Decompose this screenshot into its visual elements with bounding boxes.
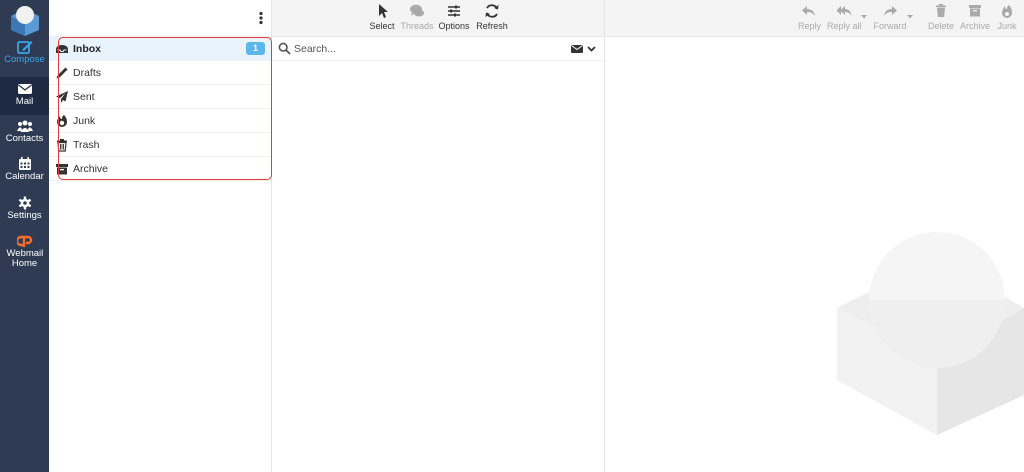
sliders-icon	[448, 5, 460, 17]
webmail-app: Compose Mail Contacts Calendar Settings …	[0, 0, 1024, 472]
inbox-icon	[56, 45, 68, 53]
archive-button[interactable]: Archive	[960, 3, 990, 31]
list-toolbar: Select Threads Options Refresh	[272, 0, 604, 37]
pencil-icon	[56, 67, 68, 79]
folder-drafts[interactable]: Drafts	[49, 61, 271, 85]
trash-icon	[936, 4, 946, 17]
folder-pane: Inbox 1 Drafts Sent Junk Trash Archive	[49, 0, 272, 472]
fire-icon	[1002, 5, 1012, 18]
fire-icon	[57, 115, 67, 127]
roundcube-logo[interactable]	[9, 4, 41, 36]
cursor-icon	[379, 4, 388, 18]
junk-label: Junk	[997, 21, 1017, 31]
message-preview-pane: Reply Reply all Forward Delete Archive J…	[605, 0, 1024, 472]
message-list-pane: Select Threads Options Refresh Search...	[272, 0, 605, 472]
reply-label: Reply	[798, 21, 822, 31]
nav-mail[interactable]: Mail	[0, 77, 49, 115]
forward-label: Forward	[873, 21, 907, 31]
roundcube-watermark-logo	[837, 232, 1024, 435]
main-nav: Compose Mail Contacts Calendar Settings …	[0, 0, 49, 472]
options-label: Options	[438, 21, 470, 31]
select-label: Select	[369, 21, 395, 31]
reply-all-dropdown-icon[interactable]	[861, 15, 867, 19]
archive-label: Archive	[960, 21, 991, 31]
nav-mail-label: Mail	[15, 96, 34, 107]
options-button[interactable]: Options	[438, 3, 470, 31]
folder-name: Drafts	[73, 67, 102, 79]
folder-junk[interactable]: Junk	[49, 109, 271, 133]
archive-icon	[56, 164, 68, 175]
nav-compose-label: Compose	[4, 54, 45, 65]
forward-dropdown-icon[interactable]	[907, 15, 913, 19]
folder-inbox[interactable]: Inbox 1	[49, 37, 271, 61]
archive-icon	[969, 5, 981, 17]
folder-name: Sent	[73, 91, 95, 103]
threads-label: Threads	[400, 21, 434, 31]
nav-settings-label: Settings	[7, 210, 42, 221]
reply-button[interactable]: Reply	[798, 3, 822, 31]
reply-icon	[802, 6, 815, 16]
search-bar	[272, 37, 604, 61]
nav-settings[interactable]: Settings	[0, 196, 49, 230]
mail-icon	[17, 84, 32, 94]
nav-webmail-home-label: Webmail Home	[6, 248, 44, 269]
folder-name: Junk	[73, 115, 96, 127]
folder-name: Trash	[73, 139, 100, 151]
folder-trash[interactable]: Trash	[49, 133, 271, 157]
chevron-down-icon	[587, 46, 596, 52]
refresh-icon	[485, 4, 499, 18]
nav-compose[interactable]: Compose	[0, 40, 49, 74]
forward-icon	[884, 6, 897, 16]
search-input[interactable]	[294, 39, 554, 58]
envelope-icon	[571, 45, 583, 53]
nav-webmail-home[interactable]: Webmail Home	[0, 234, 49, 274]
refresh-label: Refresh	[476, 21, 508, 31]
message-toolbar: Reply Reply all Forward Delete Archive J…	[605, 0, 1024, 37]
cpanel-icon	[16, 235, 32, 247]
unread-badge: 1	[246, 42, 265, 55]
nav-contacts-label: Contacts	[5, 133, 44, 144]
delete-label: Delete	[928, 21, 955, 31]
folder-name: Inbox	[73, 43, 101, 55]
reply-all-label: Reply all	[827, 21, 862, 31]
select-button[interactable]: Select	[368, 3, 396, 31]
more-vertical-icon[interactable]	[257, 10, 265, 26]
gear-icon	[18, 196, 31, 210]
nav-calendar-label: Calendar	[5, 171, 44, 182]
nav-calendar[interactable]: Calendar	[0, 157, 49, 191]
folder-name: Archive	[73, 163, 109, 175]
contacts-icon	[16, 120, 33, 132]
paper-plane-icon	[56, 91, 68, 103]
junk-button[interactable]: Junk	[996, 3, 1018, 31]
folder-pane-header	[49, 0, 271, 37]
reply-all-icon	[836, 6, 852, 16]
forward-button[interactable]: Forward	[873, 3, 907, 31]
reply-all-button[interactable]: Reply all	[827, 3, 862, 31]
folder-sent[interactable]: Sent	[49, 85, 271, 109]
threads-button[interactable]: Threads	[400, 3, 434, 31]
search-options-dropdown[interactable]	[570, 42, 600, 56]
refresh-button[interactable]: Refresh	[475, 3, 509, 31]
trash-icon	[57, 139, 67, 152]
compose-icon	[16, 41, 32, 54]
delete-button[interactable]: Delete	[928, 3, 954, 31]
comments-icon	[410, 4, 424, 17]
nav-contacts[interactable]: Contacts	[0, 119, 49, 153]
calendar-icon	[18, 157, 31, 170]
search-icon	[278, 42, 291, 55]
folder-archive[interactable]: Archive	[49, 157, 271, 181]
